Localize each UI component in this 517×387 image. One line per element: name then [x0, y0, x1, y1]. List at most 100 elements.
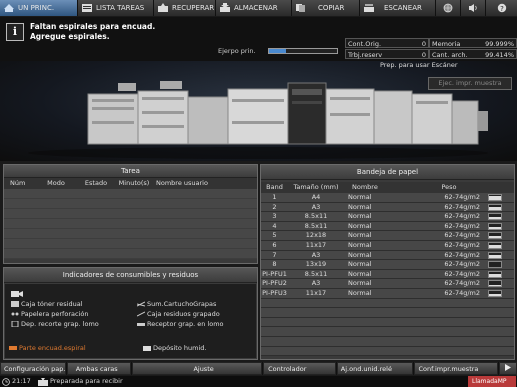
paper-setting-button[interactable]: Configuración pap.	[0, 362, 66, 375]
relay-adjust-button[interactable]: Aj.ond.unid.relé	[336, 362, 414, 375]
tray-weight: 62-74g/m2	[444, 288, 480, 297]
consumable-coil-binding[interactable]: Parte encuad.espiral	[9, 344, 86, 352]
tray-row[interactable]: PI-PFU2 A3 Normal 62-74g/m2	[261, 279, 514, 289]
store-icon	[220, 3, 230, 12]
col-minutes: Minuto(s)	[118, 179, 150, 187]
tray-row[interactable]: 6 11x17 Normal 62-74g/m2	[261, 240, 514, 251]
recall-icon	[158, 3, 168, 12]
job-row[interactable]	[4, 199, 257, 209]
consumable-label: Dep. recorte grap. lomo	[21, 320, 99, 328]
col-weight: Peso	[441, 183, 457, 191]
job-row[interactable]	[4, 249, 257, 259]
job-row[interactable]	[4, 229, 257, 239]
tray-row[interactable]: 1 A4 Normal 62-74g/m2	[261, 193, 514, 203]
tray-row-empty	[261, 346, 514, 357]
adjustment-button[interactable]: Ajuste	[132, 362, 263, 375]
col-band: Band	[266, 183, 283, 191]
tray-row[interactable]: 5 12x18 Normal 62-74g/m2	[261, 231, 514, 241]
counters: Cont.Orig. 0 Trbj.reserv 0 Memoria 99.99…	[345, 38, 517, 60]
tray-size: 13x19	[305, 260, 327, 269]
duplex-button[interactable]: Ambas caras	[66, 362, 132, 375]
consumables-area: Caja tóner residual Sum.CartuchoGrapas P…	[5, 284, 256, 358]
tray-size: A3	[311, 279, 321, 288]
tab-recall[interactable]: RECUPERAR	[154, 0, 216, 16]
tab-label: ESCANEAR	[384, 4, 422, 12]
paper-level-gauge	[488, 213, 502, 221]
tab-main[interactable]: UN PRINC.	[0, 0, 78, 16]
consumables-panel: Indicadores de consumibles y residuos Ca…	[3, 267, 258, 360]
tray-panel-title: Bandeja de papel	[261, 165, 514, 180]
tray-band: 4	[272, 221, 277, 230]
storage-label: Cant. arch.	[432, 51, 468, 59]
tray-row-empty	[261, 336, 514, 347]
tray-row[interactable]: 2 A3 Normal 62-74g/m2	[261, 202, 514, 213]
tray-table[interactable]: 1 A4 Normal 62-74g/m2 2 A3 Normal 62-74g/m2 3 8.5…	[261, 193, 514, 357]
consumable-spine-receiver: Receptor grap. en lomo	[137, 320, 224, 328]
tab-label: UN PRINC.	[18, 4, 55, 12]
service-call-button[interactable]: LlamadaMP	[468, 376, 516, 387]
tray-row[interactable]: 8 13x19 Normal 62-74g/m2	[261, 260, 514, 270]
job-panel: Tarea Núm Modo Estado Minuto(s) Nombre u…	[3, 164, 258, 264]
memory-counter: Memoria 99.999%	[429, 38, 517, 48]
info-icon: i	[6, 23, 24, 41]
tray-table-header: Band Tamaño (mm) Nombre Peso	[261, 182, 514, 193]
tab-store[interactable]: ALMACENAR	[216, 0, 292, 16]
paper-level-gauge	[488, 289, 502, 297]
tab-scan[interactable]: ESCANEAR	[360, 0, 436, 16]
tray-size: 11x17	[305, 288, 327, 297]
help-icon: ?	[497, 3, 506, 13]
tray-row-empty	[261, 327, 514, 337]
job-row[interactable]	[4, 189, 257, 199]
consumable-label: Sum.CartuchoGrapas	[147, 300, 217, 308]
controller-button[interactable]: Controlador	[263, 362, 336, 375]
consumable-humidifier: Depósito humid.	[143, 344, 206, 352]
paper-level-gauge	[488, 203, 502, 211]
svg-text:?: ?	[500, 5, 504, 13]
tray-size: A4	[311, 193, 321, 201]
tray-band: PI-PFU3	[262, 288, 287, 297]
tray-row[interactable]: PI-PFU1 8.5x11 Normal 62-74g/m2	[261, 269, 514, 280]
paper-level-fill	[489, 226, 501, 229]
paper-level-gauge	[488, 261, 502, 269]
tray-row[interactable]: 7 A3 Normal 62-74g/m2	[261, 250, 514, 261]
sample-print-setting-button[interactable]: Conf.impr.muestra	[414, 362, 499, 375]
col-user: Nombre usuario	[156, 179, 208, 187]
tab-help[interactable]: ?	[486, 0, 517, 16]
tab-job-list[interactable]: LISTA TAREAS	[78, 0, 154, 16]
tray-row[interactable]: 3 8.5x11 Normal 62-74g/m2	[261, 212, 514, 222]
tray-row[interactable]: PI-PFU3 11x17 Normal 62-74g/m2	[261, 288, 514, 299]
tray-weight: 62-74g/m2	[444, 221, 480, 230]
consumable-label: Papelera perforación	[21, 310, 89, 318]
tab-volume[interactable]	[461, 0, 486, 16]
trim-waste-icon	[11, 321, 19, 327]
tab-copy[interactable]: COPIAR	[292, 0, 360, 16]
coil-binding-icon	[9, 346, 17, 350]
tab-label: COPIAR	[318, 4, 345, 12]
status-text: Preparada para recibir	[50, 377, 123, 385]
tray-weight: 62-74g/m2	[444, 231, 480, 240]
paper-level-gauge	[488, 194, 502, 201]
tray-paper-name: Normal	[348, 250, 372, 259]
next-arrow-button[interactable]	[499, 362, 517, 375]
tab-language[interactable]	[436, 0, 461, 16]
tray-row[interactable]: 4 8.5x11 Normal 62-74g/m2	[261, 221, 514, 232]
consumable-punch-waste: Papelera perforación	[11, 310, 88, 318]
paper-level-fill	[489, 235, 501, 239]
job-list[interactable]	[4, 189, 257, 259]
tab-label: ALMACENAR	[234, 4, 278, 12]
consumable-label: Caja residuos grapado	[147, 310, 220, 318]
sample-print-button[interactable]: Ejec. impr. muestra	[428, 77, 512, 90]
screen: UN PRINC. LISTA TAREAS RECUPERAR ALMACEN…	[0, 0, 517, 387]
job-row[interactable]	[4, 219, 257, 229]
tray-band: PI-PFU1	[262, 269, 287, 278]
job-row[interactable]	[4, 209, 257, 219]
play-arrow-icon	[505, 364, 512, 371]
paper-level-fill	[489, 284, 501, 287]
tray-size: 12x18	[305, 231, 327, 240]
paper-level-fill	[489, 195, 501, 200]
home-icon	[4, 4, 14, 12]
job-row[interactable]	[4, 239, 257, 249]
status-bar: 21:17 Preparada para recibir LlamadaMP	[0, 376, 517, 387]
tray-paper-name: Normal	[348, 212, 372, 221]
tray-band: 2	[272, 202, 277, 211]
